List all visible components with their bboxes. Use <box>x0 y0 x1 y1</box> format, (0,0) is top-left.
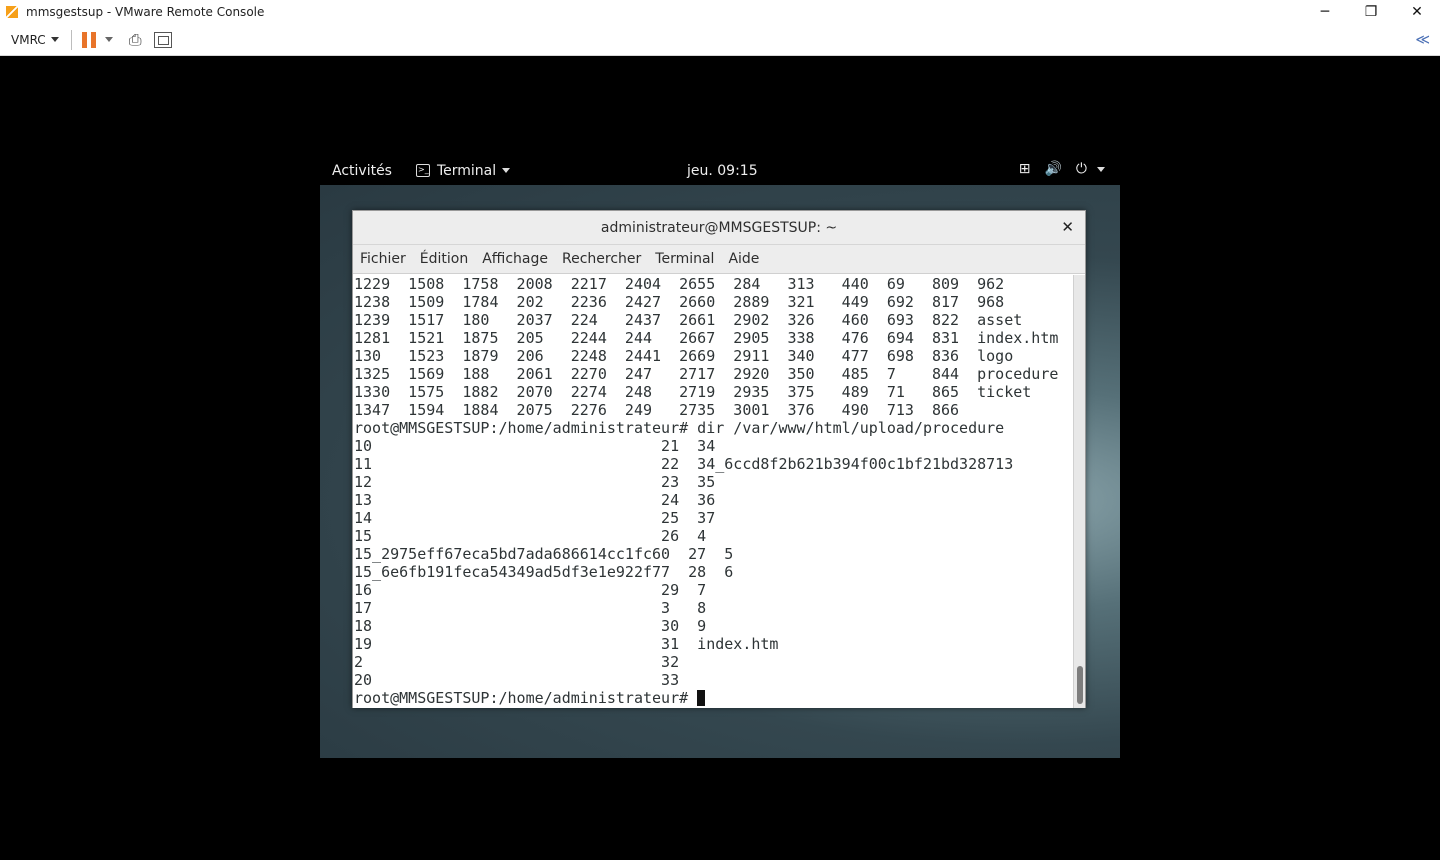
terminal-line: 20 33 <box>354 671 680 689</box>
terminal-line: 1239 1517 180 2037 224 2437 2661 2902 32… <box>354 311 1023 329</box>
menu-edition[interactable]: Édition <box>420 251 468 267</box>
terminal-line: 12 23 35 <box>354 473 716 491</box>
app-menu-label: Terminal <box>436 162 497 179</box>
restore-button[interactable]: ❐ <box>1348 0 1394 24</box>
chevron-down-icon <box>502 168 511 173</box>
terminal-icon: >_ <box>415 164 430 177</box>
power-icon: ⏻ <box>1075 161 1087 177</box>
terminal-line: 1347 1594 1884 2075 2276 249 2735 3001 3… <box>354 401 960 419</box>
terminal-line: 1325 1569 188 2061 2270 247 2717 2920 35… <box>354 365 1059 383</box>
gnome-topbar: Activités >_ Terminal jeu. 09:15 ⊞ 🔊 ⏻ <box>320 156 1120 185</box>
terminal-line: 1229 1508 1758 2008 2217 2404 2655 284 3… <box>354 275 1005 293</box>
network-icon: ⊞ <box>1018 161 1031 177</box>
terminal-line: 14 25 37 <box>354 509 716 527</box>
system-tray[interactable]: ⊞ 🔊 ⏻ <box>1019 161 1105 177</box>
collapse-toolbar-icon[interactable]: ≪ <box>1415 32 1430 48</box>
host-window-title: mmsgestsup - VMware Remote Console <box>26 5 265 19</box>
toolbar-divider <box>70 29 72 50</box>
terminal-prompt-line[interactable]: root@MMSGESTSUP:/home/administrateur# <box>354 689 1075 707</box>
terminal-line: 15 26 4 <box>354 527 707 545</box>
menu-rechercher[interactable]: Rechercher <box>562 251 641 267</box>
terminal-line: 15_6e6fb191feca54349ad5df3e1e922f77 28 6 <box>354 563 734 581</box>
vmrc-menu-button[interactable]: VMRC <box>11 33 59 47</box>
terminal-line: 11 22 34_6ccd8f2b621b394f00c1bf21bd32871… <box>354 455 1014 473</box>
terminal-line: 1330 1575 1882 2070 2274 248 2719 2935 3… <box>354 383 1032 401</box>
terminal-line: 17 3 8 <box>354 599 707 617</box>
menu-aide[interactable]: Aide <box>728 251 759 267</box>
volume-icon: 🔊 <box>1044 161 1062 177</box>
close-icon[interactable]: ✕ <box>1061 218 1074 236</box>
pause-icon[interactable] <box>81 31 96 48</box>
terminal-line: 130 1523 1879 206 2248 2441 2669 2911 34… <box>354 347 1014 365</box>
app-menu-button[interactable]: >_ Terminal <box>415 162 511 179</box>
terminal-line: 16 29 7 <box>354 581 707 599</box>
clock[interactable]: jeu. 09:15 <box>687 163 758 179</box>
terminal-lines: 1229 1508 1758 2008 2217 2404 2655 284 3… <box>353 275 1075 707</box>
terminal-menubar: Fichier Édition Affichage Rechercher Ter… <box>353 245 1085 274</box>
send-ctrl-alt-del-icon[interactable]: ⎙ <box>129 30 142 50</box>
vmware-logo-icon <box>5 5 19 19</box>
minimize-button[interactable]: ─ <box>1302 0 1348 24</box>
vmrc-toolbar: VMRC ⎙ ≪ <box>0 24 1440 56</box>
terminal-scrollbar[interactable] <box>1073 275 1085 708</box>
close-window-button[interactable]: ✕ <box>1394 0 1440 24</box>
chevron-down-icon <box>50 37 59 42</box>
terminal-line: 10 21 34 <box>354 437 716 455</box>
chevron-down-icon <box>1097 166 1105 172</box>
menu-terminal[interactable]: Terminal <box>655 251 714 267</box>
menu-fichier[interactable]: Fichier <box>360 251 406 267</box>
scrollbar-thumb[interactable] <box>1077 666 1083 704</box>
vmrc-menu-label: VMRC <box>11 32 46 47</box>
terminal-titlebar[interactable]: administrateur@MMSGESTSUP: ~ ✕ <box>353 211 1085 245</box>
terminal-prompt: root@MMSGESTSUP:/home/administrateur# <box>354 689 698 707</box>
activities-button[interactable]: Activités <box>332 163 392 179</box>
terminal-line: 15_2975eff67eca5bd7ada686614cc1fc60 27 5 <box>354 545 734 563</box>
terminal-line: 1238 1509 1784 202 2236 2427 2660 2889 3… <box>354 293 1005 311</box>
terminal-line: root@MMSGESTSUP:/home/administrateur# di… <box>354 419 1005 437</box>
menu-affichage[interactable]: Affichage <box>482 251 548 267</box>
terminal-cursor <box>697 690 706 706</box>
terminal-line: 13 24 36 <box>354 491 716 509</box>
terminal-line: 18 30 9 <box>354 617 707 635</box>
terminal-line: 1281 1521 1875 205 2244 244 2667 2905 33… <box>354 329 1059 347</box>
terminal-line: 2 32 <box>354 653 680 671</box>
terminal-title: administrateur@MMSGESTSUP: ~ <box>600 219 838 236</box>
power-options-chevron-icon[interactable] <box>104 37 113 42</box>
terminal-line: 19 31 index.htm <box>354 635 779 653</box>
host-titlebar: mmsgestsup - VMware Remote Console ─ ❐ ✕ <box>0 0 1440 24</box>
terminal-output[interactable]: 1229 1508 1758 2008 2217 2404 2655 284 3… <box>353 275 1075 708</box>
terminal-window: administrateur@MMSGESTSUP: ~ ✕ Fichier É… <box>352 210 1086 708</box>
fullscreen-icon[interactable] <box>153 31 172 48</box>
host-window-controls: ─ ❐ ✕ <box>1302 0 1440 24</box>
